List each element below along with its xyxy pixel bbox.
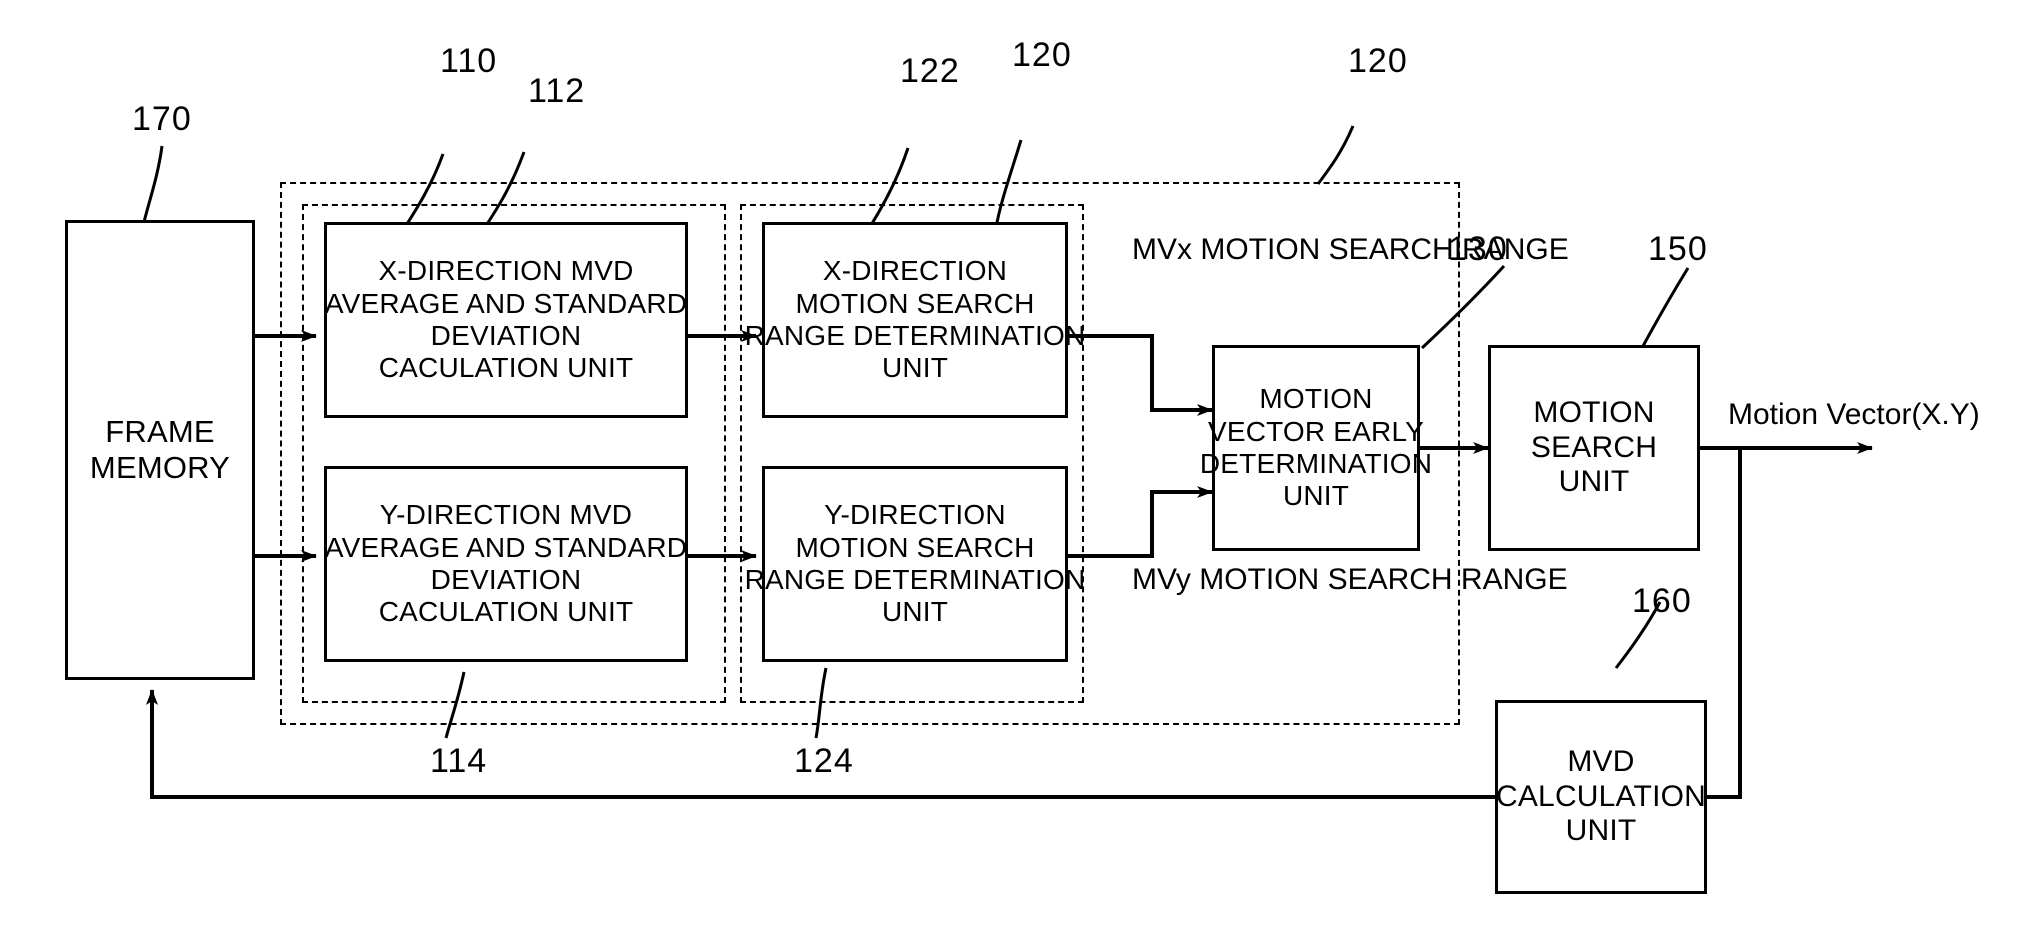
x-range-line-1: X-DIRECTION (822, 255, 1008, 287)
leader-170 (142, 145, 164, 223)
patent-figure-canvas: FRAME MEMORY X-DIRECTION MVD AVERAGE AND… (0, 0, 2027, 948)
mv-early-line-2: VECTOR EARLY (1207, 415, 1425, 447)
label-motion-vector-output: Motion Vector(X.Y) (1728, 398, 1980, 431)
ref-numeral-160: 160 (1632, 582, 1692, 620)
block-y-direction-motion-search-range-determination[interactable]: Y-DIRECTION MOTION SEARCH RANGE DETERMIN… (745, 466, 1085, 662)
ref-numeral-112: 112 (528, 72, 586, 110)
y-range-line-1: Y-DIRECTION (824, 499, 1006, 531)
ref-numeral-120-outer: 120 (1348, 42, 1408, 80)
mvd-calc-line-3: UNIT (1565, 814, 1637, 848)
block-x-direction-motion-search-range-determination[interactable]: X-DIRECTION MOTION SEARCH RANGE DETERMIN… (745, 222, 1085, 418)
ref-numeral-130: 130 (1448, 230, 1508, 268)
motion-search-line-1: MOTION (1533, 395, 1655, 429)
x-mvd-line-1: X-DIRECTION MVD (378, 255, 634, 287)
motion-search-line-2: SEARCH (1530, 430, 1658, 464)
x-mvd-line-2: AVERAGE AND STANDARD (324, 287, 688, 319)
annotation-mvy-motion-search-range: MVy MOTION SEARCH RANGE (1132, 562, 1568, 599)
x-range-line-3: RANGE DETERMINATION (744, 320, 1086, 351)
leader-150 (1640, 267, 1690, 349)
motion-search-line-3: UNIT (1558, 465, 1630, 499)
frame-memory-line-2: MEMORY (89, 450, 231, 485)
leader-120-outer (1316, 125, 1355, 185)
x-range-line-2: MOTION SEARCH (795, 287, 1035, 319)
ref-numeral-120-inner: 120 (1012, 36, 1072, 74)
y-range-line-2: MOTION SEARCH (795, 531, 1035, 563)
y-range-line-4: UNIT (881, 596, 949, 628)
block-motion-vector-early-determination-unit[interactable]: MOTION VECTOR EARLY DETERMINATION UNIT (1200, 345, 1432, 551)
ref-numeral-110: 110 (440, 42, 498, 80)
x-mvd-line-4: CACULATION UNIT (378, 352, 634, 384)
block-frame-memory[interactable]: FRAME MEMORY (65, 220, 255, 680)
ref-numeral-150: 150 (1648, 230, 1708, 268)
block-y-direction-mvd-average-std-deviation[interactable]: Y-DIRECTION MVD AVERAGE AND STANDARD DEV… (324, 466, 688, 662)
mv-early-line-3: DETERMINATION (1199, 448, 1433, 479)
ref-numeral-170: 170 (132, 100, 192, 138)
y-mvd-line-4: CACULATION UNIT (378, 596, 634, 628)
ref-numeral-114: 114 (430, 742, 488, 780)
mvx-range-line-1: MVx MOTION (1132, 233, 1321, 266)
y-mvd-line-1: Y-DIRECTION MVD (379, 499, 633, 531)
y-range-line-3: RANGE DETERMINATION (744, 564, 1086, 595)
mv-early-line-1: MOTION (1259, 383, 1373, 415)
y-mvd-line-2: AVERAGE AND STANDARD (324, 531, 688, 563)
mvy-range-line-1: MVy MOTION (1132, 563, 1320, 596)
mvd-calc-line-1: MVD (1567, 744, 1635, 778)
ref-numeral-122: 122 (900, 52, 960, 90)
mv-early-line-4: UNIT (1282, 480, 1350, 512)
x-range-line-4: UNIT (881, 352, 949, 384)
y-mvd-line-3: DEVIATION (430, 564, 582, 595)
x-mvd-line-3: DEVIATION (430, 320, 582, 351)
frame-memory-line-1: FRAME (105, 414, 215, 450)
block-x-direction-mvd-average-std-deviation[interactable]: X-DIRECTION MVD AVERAGE AND STANDARD DEV… (324, 222, 688, 418)
mvd-calc-line-2: CALCULATION (1495, 779, 1707, 813)
block-mvd-calculation-unit[interactable]: MVD CALCULATION UNIT (1495, 700, 1707, 894)
mvy-range-line-2: SEARCH RANGE (1327, 563, 1568, 596)
block-motion-search-unit[interactable]: MOTION SEARCH UNIT (1488, 345, 1700, 551)
ref-numeral-124: 124 (794, 742, 854, 780)
